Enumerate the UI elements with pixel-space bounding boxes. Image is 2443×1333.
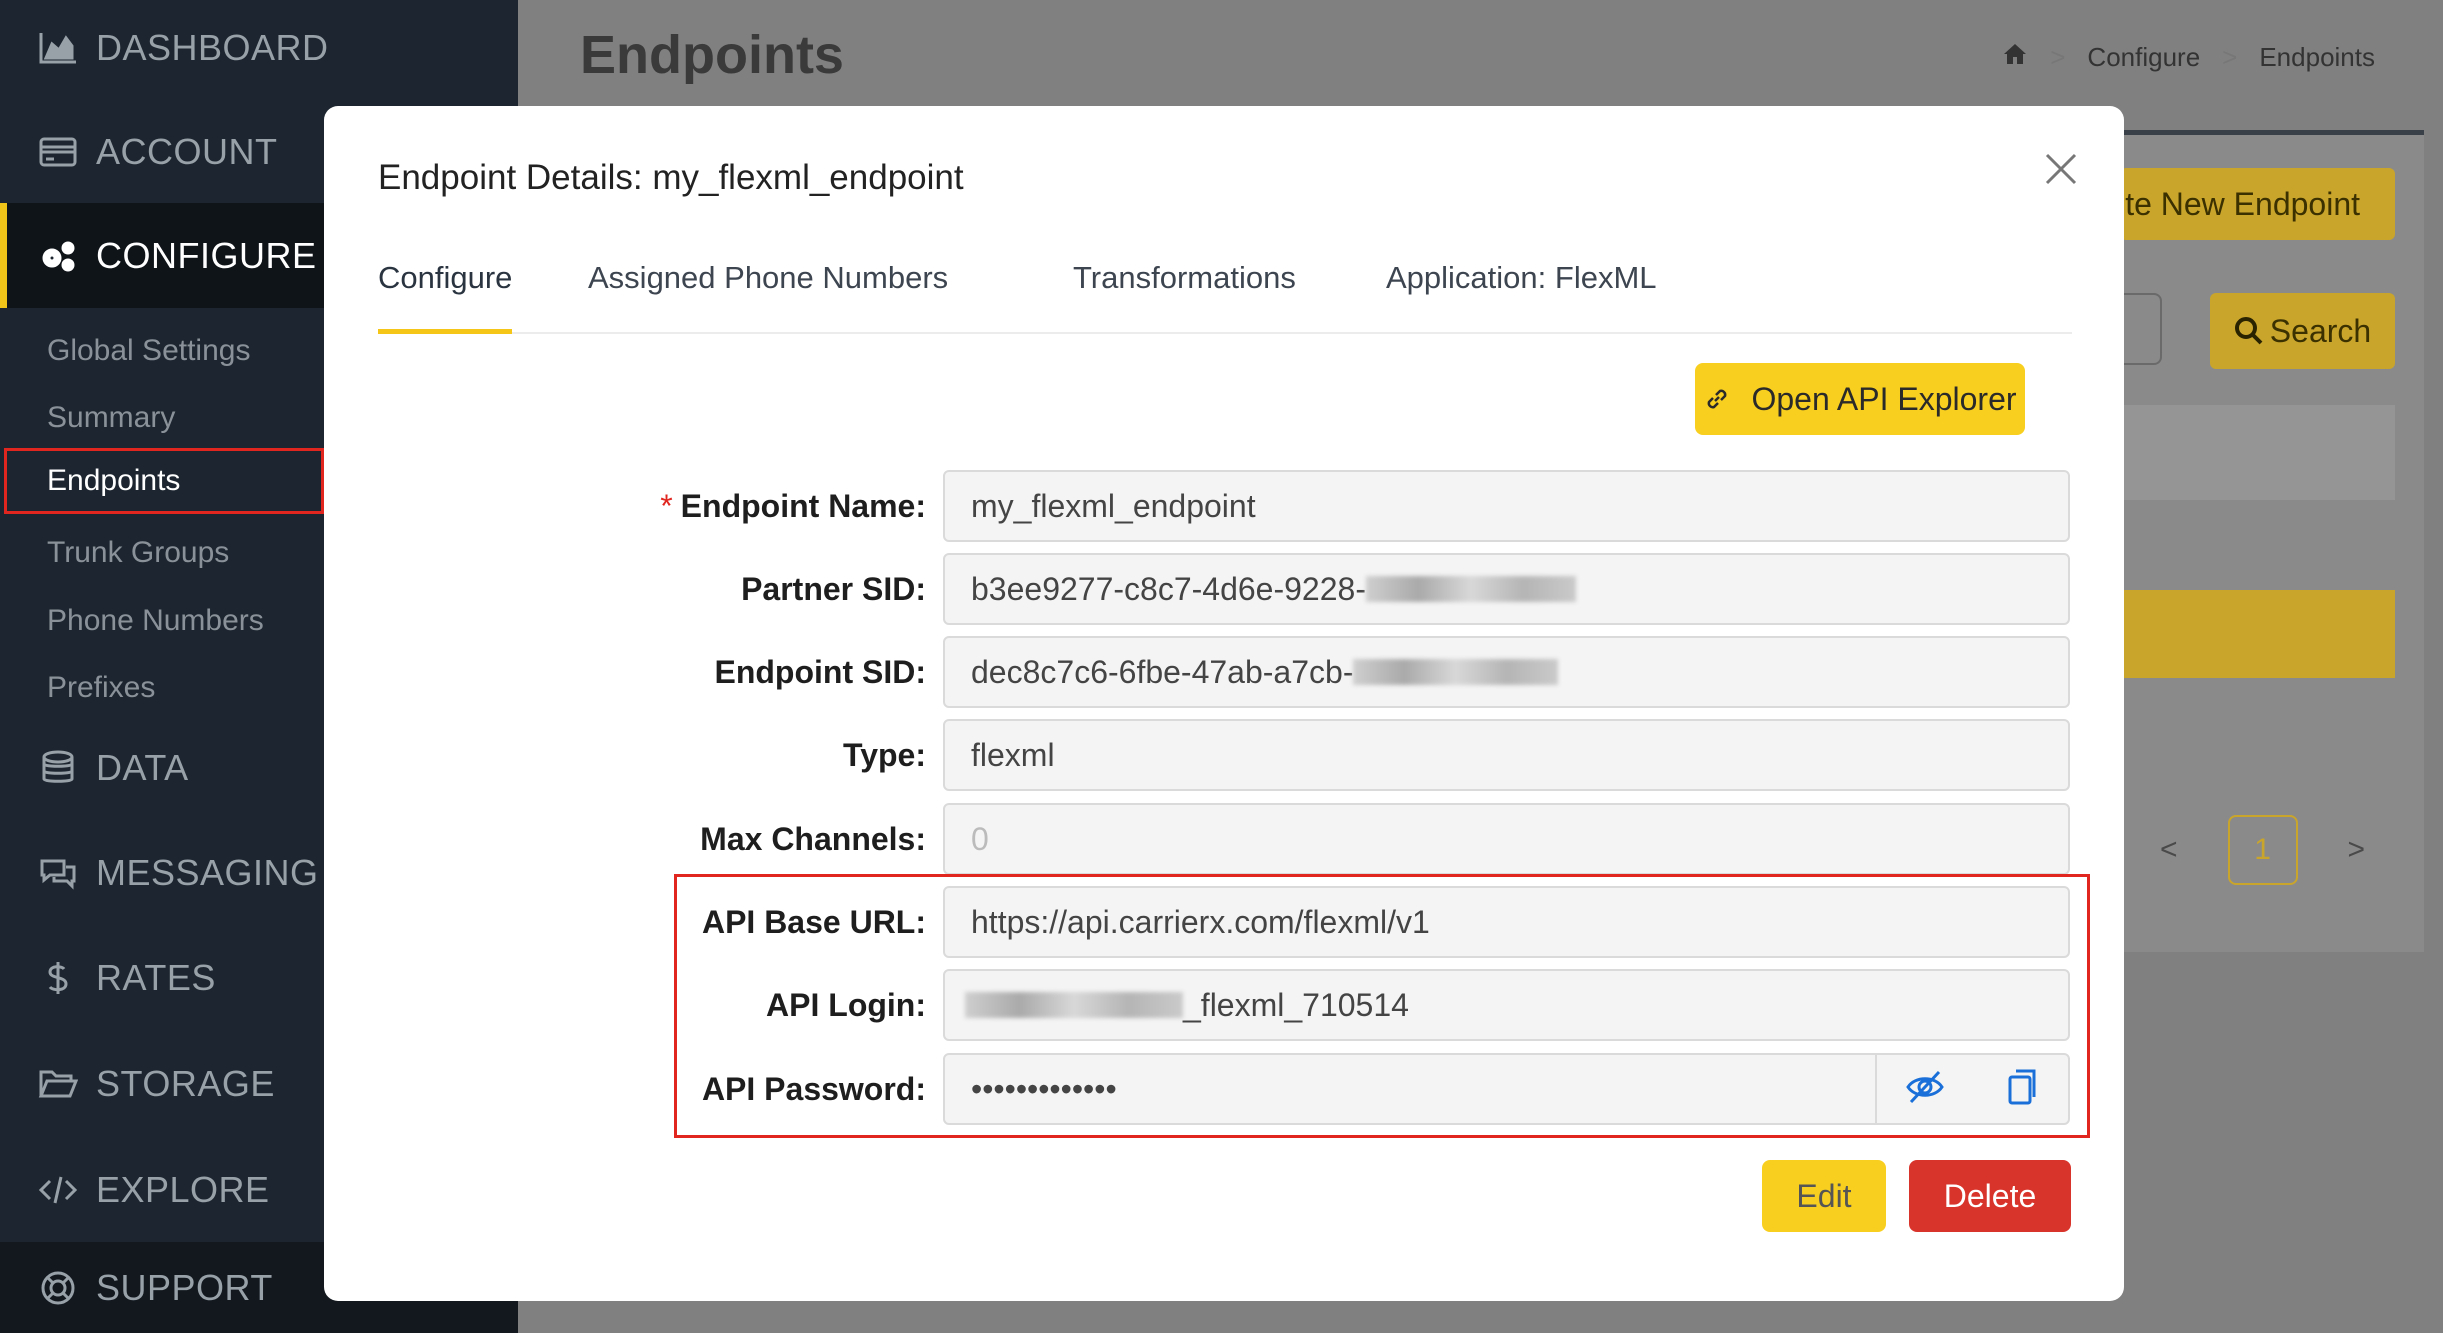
redacted-text xyxy=(1353,659,1559,685)
field-label: API Base URL xyxy=(701,903,916,940)
tab-transformations[interactable]: Transformations xyxy=(1073,254,1296,334)
endpoint-sid-value: dec8c7c6-6fbe-47ab-a7cb- xyxy=(971,653,1354,690)
partner-sid-value: b3ee9277-c8c7-4d6e-9228- xyxy=(971,570,1366,607)
nav-label: CONFIGURE xyxy=(96,234,317,276)
tab-bar: Configure Assigned Phone Numbers Transfo… xyxy=(378,254,2072,334)
table-header xyxy=(2120,405,2395,500)
dollar-icon xyxy=(36,960,80,996)
nav-label: MESSAGING xyxy=(96,852,319,893)
breadcrumb-configure[interactable]: Configure xyxy=(2087,42,2200,73)
api-login-value: _flexml_710514 xyxy=(1183,986,1409,1023)
max-channels-input[interactable]: 0 xyxy=(943,803,2070,875)
field-partner-sid: Partner SID: b3ee9277-c8c7-4d6e-9228- xyxy=(324,553,2124,625)
field-label: Partner SID xyxy=(741,570,916,607)
delete-button[interactable]: Delete xyxy=(1909,1160,2071,1232)
endpoint-sid-input[interactable]: dec8c7c6-6fbe-47ab-a7cb- xyxy=(943,636,2070,708)
submenu-item-endpoints[interactable]: Endpoints xyxy=(4,448,324,514)
breadcrumb: > Configure > Endpoints xyxy=(2002,42,2375,73)
endpoint-details-modal: Endpoint Details: my_flexml_endpoint Con… xyxy=(324,106,2124,1301)
field-api-login: API Login: _flexml_710514 xyxy=(324,969,2124,1041)
type-input[interactable]: flexml xyxy=(943,719,2070,791)
folder-open-icon xyxy=(36,1066,80,1102)
pager-next[interactable]: > xyxy=(2348,833,2366,867)
nav-label: EXPLORE xyxy=(96,1169,270,1210)
field-label: Endpoint SID xyxy=(714,653,916,690)
code-icon xyxy=(36,1172,80,1208)
table-row[interactable] xyxy=(2120,590,2395,678)
breadcrumb-endpoints: Endpoints xyxy=(2259,42,2375,72)
required-marker: * xyxy=(660,487,673,524)
field-api-password: API Password: ••••••••••••• xyxy=(324,1053,2124,1125)
field-label: API Password xyxy=(701,1070,916,1107)
pager-prev[interactable]: < xyxy=(2160,833,2178,867)
search-button[interactable]: Search xyxy=(2210,293,2395,369)
cogs-icon xyxy=(36,238,80,274)
redacted-text xyxy=(965,992,1183,1018)
chat-bubbles-icon xyxy=(36,855,80,891)
nav-label: DATA xyxy=(96,747,189,788)
page-title: Endpoints xyxy=(580,25,844,85)
breadcrumb-separator: > xyxy=(2222,42,2238,72)
link-icon xyxy=(1708,389,1727,409)
database-icon xyxy=(36,750,80,786)
tab-configure[interactable]: Configure xyxy=(378,254,513,334)
life-ring-icon xyxy=(36,1270,80,1306)
field-label: Type xyxy=(843,736,916,773)
partner-sid-input[interactable]: b3ee9277-c8c7-4d6e-9228- xyxy=(943,553,2070,625)
breadcrumb-separator: > xyxy=(2050,42,2066,72)
field-label: Max Channels xyxy=(700,820,916,857)
field-endpoint-name: * Endpoint Name: my_flexml_endpoint xyxy=(324,470,2124,542)
create-endpoint-button[interactable]: te New Endpoint xyxy=(2120,168,2395,240)
field-api-base-url: API Base URL: https://api.carrierx.com/f… xyxy=(324,886,2124,958)
nav-label: STORAGE xyxy=(96,1063,275,1104)
api-login-input[interactable]: _flexml_710514 xyxy=(943,969,2070,1041)
pager-page-current[interactable]: 1 xyxy=(2227,815,2298,885)
nav-label: RATES xyxy=(96,957,216,998)
nav-label: ACCOUNT xyxy=(96,131,278,172)
filter-select[interactable] xyxy=(2120,293,2162,365)
field-endpoint-sid: Endpoint SID: dec8c7c6-6fbe-47ab-a7cb- xyxy=(324,636,2124,708)
field-type: Type: flexml xyxy=(324,719,2124,791)
field-label: API Login xyxy=(766,986,916,1023)
area-chart-icon xyxy=(36,30,80,66)
eye-slash-icon[interactable] xyxy=(1905,1067,1945,1112)
tab-assigned-phone-numbers[interactable]: Assigned Phone Numbers xyxy=(588,254,948,334)
home-icon[interactable] xyxy=(2002,42,2028,73)
copy-icon[interactable] xyxy=(2002,1067,2042,1112)
api-base-url-input[interactable]: https://api.carrierx.com/flexml/v1 xyxy=(943,886,2070,958)
password-actions xyxy=(1875,1053,2070,1125)
tab-application-flexml[interactable]: Application: FlexML xyxy=(1386,254,1657,334)
field-max-channels: Max Channels: 0 xyxy=(324,803,2124,875)
close-icon[interactable] xyxy=(2042,150,2080,188)
edit-button[interactable]: Edit xyxy=(1762,1160,1886,1232)
nav-dashboard[interactable]: DASHBOARD xyxy=(0,10,518,86)
redacted-text xyxy=(1365,576,1576,602)
field-label: Endpoint Name xyxy=(680,487,916,524)
modal-title: Endpoint Details: my_flexml_endpoint xyxy=(378,158,964,197)
search-icon xyxy=(2234,317,2263,345)
search-button-label: Search xyxy=(2269,312,2372,349)
pagination: < 1 > xyxy=(2160,815,2365,885)
nav-label: DASHBOARD xyxy=(96,27,329,68)
nav-label: SUPPORT xyxy=(96,1266,273,1308)
credit-card-icon xyxy=(36,134,80,170)
open-api-explorer-button[interactable]: Open API Explorer xyxy=(1695,363,2025,435)
endpoint-name-input[interactable]: my_flexml_endpoint xyxy=(943,470,2070,542)
api-explorer-label: Open API Explorer xyxy=(1751,380,2017,417)
